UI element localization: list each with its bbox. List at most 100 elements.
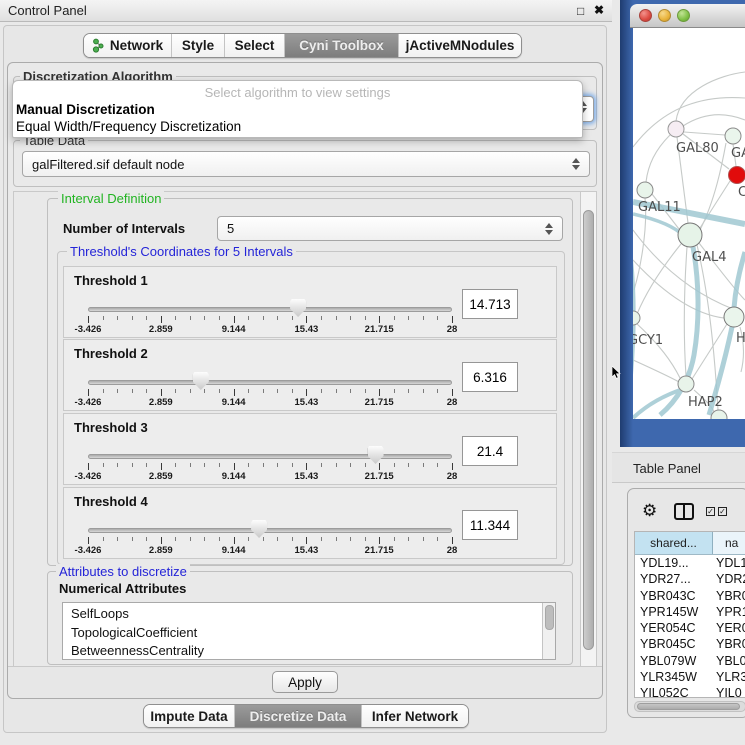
- column-header-shared-name[interactable]: shared...: [635, 532, 713, 554]
- tick-mark: [336, 537, 337, 541]
- threshold-1-value-field[interactable]: 14.713: [462, 289, 518, 319]
- combobox-arrows-icon: [572, 158, 580, 170]
- close-traffic-light[interactable]: [639, 9, 652, 22]
- zoom-traffic-light[interactable]: [677, 9, 690, 22]
- table-cell[interactable]: YDR27...: [635, 571, 713, 587]
- list-scrollbar[interactable]: [542, 603, 555, 659]
- table-cell[interactable]: YIL0: [713, 685, 745, 698]
- apply-button[interactable]: Apply: [272, 671, 338, 693]
- control-panel-title: Control Panel: [8, 3, 87, 18]
- node-gal80[interactable]: [668, 121, 684, 137]
- slider-track[interactable]: [88, 528, 452, 533]
- table-row[interactable]: YDR27...YDR2: [635, 571, 745, 587]
- table-data-combobox[interactable]: galFiltered.sif default node: [22, 151, 590, 177]
- tab-network[interactable]: Network: [84, 34, 171, 57]
- node-gal4[interactable]: [678, 223, 702, 247]
- node-partial-top-right[interactable]: [725, 128, 741, 144]
- slider-knob[interactable]: [368, 446, 384, 464]
- column-header-name[interactable]: na: [713, 532, 745, 554]
- node-hap2[interactable]: [678, 376, 694, 392]
- tab-cyni-toolbox[interactable]: Cyni Toolbox: [284, 34, 398, 57]
- table-cell[interactable]: YBR045C: [635, 636, 713, 652]
- threshold-4-value-field[interactable]: 11.344: [462, 510, 518, 540]
- slider-track[interactable]: [88, 454, 452, 459]
- table-cell[interactable]: YBR043C: [635, 588, 713, 604]
- tick-mark: [117, 316, 118, 320]
- numerical-attributes-list[interactable]: SelfLoopsTopologicalCoefficientBetweenne…: [62, 602, 556, 660]
- tab-infer-network[interactable]: Infer Network: [361, 705, 468, 727]
- slider-knob[interactable]: [251, 520, 267, 538]
- table-row[interactable]: YLR345WYLR3: [635, 669, 745, 685]
- list-item[interactable]: BetweennessCentrality: [63, 642, 542, 660]
- popup-option-equal-width-frequency[interactable]: Equal Width/Frequency Discretization: [16, 119, 241, 134]
- table-row[interactable]: YBL079WYBL0: [635, 653, 745, 669]
- table-row[interactable]: YBR045CYBR0: [635, 636, 745, 652]
- threshold-3-slider[interactable]: -3.4262.8599.14415.4321.71528: [88, 414, 452, 486]
- tab-jactivemnodules[interactable]: jActiveMNodules: [398, 34, 521, 57]
- list-item[interactable]: SelfLoops: [63, 605, 542, 624]
- table-row[interactable]: YBR043CYBR0: [635, 588, 745, 604]
- table-cell[interactable]: YPR1: [713, 604, 745, 620]
- table-cell[interactable]: YIL052C: [635, 685, 713, 698]
- horizontal-scrollbar-thumb[interactable]: [637, 703, 740, 710]
- table-cell[interactable]: YDL1: [713, 555, 745, 571]
- vertical-scrollbar-thumb[interactable]: [583, 210, 594, 650]
- table-cell[interactable]: YDR2: [713, 571, 745, 587]
- column-layout-icon[interactable]: [674, 503, 694, 520]
- tab-discretize-data[interactable]: Discretize Data: [234, 705, 361, 727]
- table-cell[interactable]: YBR0: [713, 636, 745, 652]
- tick-label: -3.426: [75, 545, 102, 556]
- network-canvas[interactable]: GAL80 GA C GAL11 GAL4 GCY1 H HAP2: [633, 28, 745, 419]
- table-row[interactable]: YIL052CYIL0: [635, 685, 745, 698]
- number-of-intervals-combobox[interactable]: 5: [217, 216, 563, 241]
- table-cell[interactable]: YER054C: [635, 620, 713, 636]
- network-window-titlebar[interactable]: [630, 4, 745, 28]
- table-row[interactable]: YER054CYER0: [635, 620, 745, 636]
- table-cell[interactable]: YPR145W: [635, 604, 713, 620]
- tab-style[interactable]: Style: [171, 34, 224, 57]
- tick-label: 15.43: [295, 397, 319, 408]
- tick-mark: [336, 389, 337, 393]
- node-partial-right[interactable]: [724, 307, 744, 327]
- table-row[interactable]: YDL19...YDL1: [635, 555, 745, 571]
- tab-select[interactable]: Select: [224, 34, 284, 57]
- table-cell[interactable]: YDL19...: [635, 555, 713, 571]
- node-gal11[interactable]: [637, 182, 653, 198]
- list-scrollbar-thumb[interactable]: [545, 605, 554, 630]
- close-icon[interactable]: ✖: [594, 3, 604, 17]
- horizontal-scrollbar[interactable]: [634, 701, 745, 712]
- tab-discretize-data-label: Discretize Data: [250, 709, 347, 724]
- node-gcy1[interactable]: [633, 311, 640, 325]
- slider-knob[interactable]: [290, 299, 306, 317]
- tick-mark: [263, 316, 264, 320]
- table-row[interactable]: YPR145WYPR1: [635, 604, 745, 620]
- slider-track[interactable]: [88, 307, 452, 312]
- tab-style-label: Style: [182, 38, 214, 53]
- node-red-highlighted[interactable]: [729, 167, 745, 184]
- table-cell[interactable]: YBL0: [713, 653, 745, 669]
- tab-impute-data[interactable]: Impute Data: [144, 705, 234, 727]
- minimize-traffic-light[interactable]: [658, 9, 671, 22]
- table-cell[interactable]: YBL079W: [635, 653, 713, 669]
- table-cell[interactable]: YER0: [713, 620, 745, 636]
- gear-icon[interactable]: ⚙: [642, 501, 657, 521]
- checkbox-icon[interactable]: ✓: [718, 507, 727, 516]
- popup-option-manual-discretization[interactable]: Manual Discretization: [16, 102, 155, 117]
- vertical-scrollbar[interactable]: [580, 192, 596, 667]
- table-cell[interactable]: YBR0: [713, 588, 745, 604]
- threshold-4-slider[interactable]: -3.4262.8599.14415.4321.71528: [88, 488, 452, 560]
- tick-mark: [88, 389, 89, 396]
- slider-knob[interactable]: [193, 372, 209, 390]
- node-table: shared... na YDL19...YDL1YDR27...YDR2YBR…: [634, 531, 745, 698]
- threshold-3-value-field[interactable]: 21.4: [462, 436, 518, 466]
- threshold-2-slider[interactable]: -3.4262.8599.14415.4321.71528: [88, 340, 452, 412]
- float-window-icon[interactable]: □: [577, 4, 584, 18]
- threshold-1-slider[interactable]: -3.4262.8599.14415.4321.71528: [88, 267, 452, 339]
- threshold-2-value-field[interactable]: 6.316: [462, 362, 518, 392]
- table-cell[interactable]: YLR345W: [635, 669, 713, 685]
- list-item[interactable]: TopologicalCoefficient: [63, 624, 542, 643]
- tick-mark: [277, 463, 278, 467]
- table-cell[interactable]: YLR3: [713, 669, 745, 685]
- slider-track[interactable]: [88, 380, 452, 385]
- checkbox-icon[interactable]: ✓: [706, 507, 715, 516]
